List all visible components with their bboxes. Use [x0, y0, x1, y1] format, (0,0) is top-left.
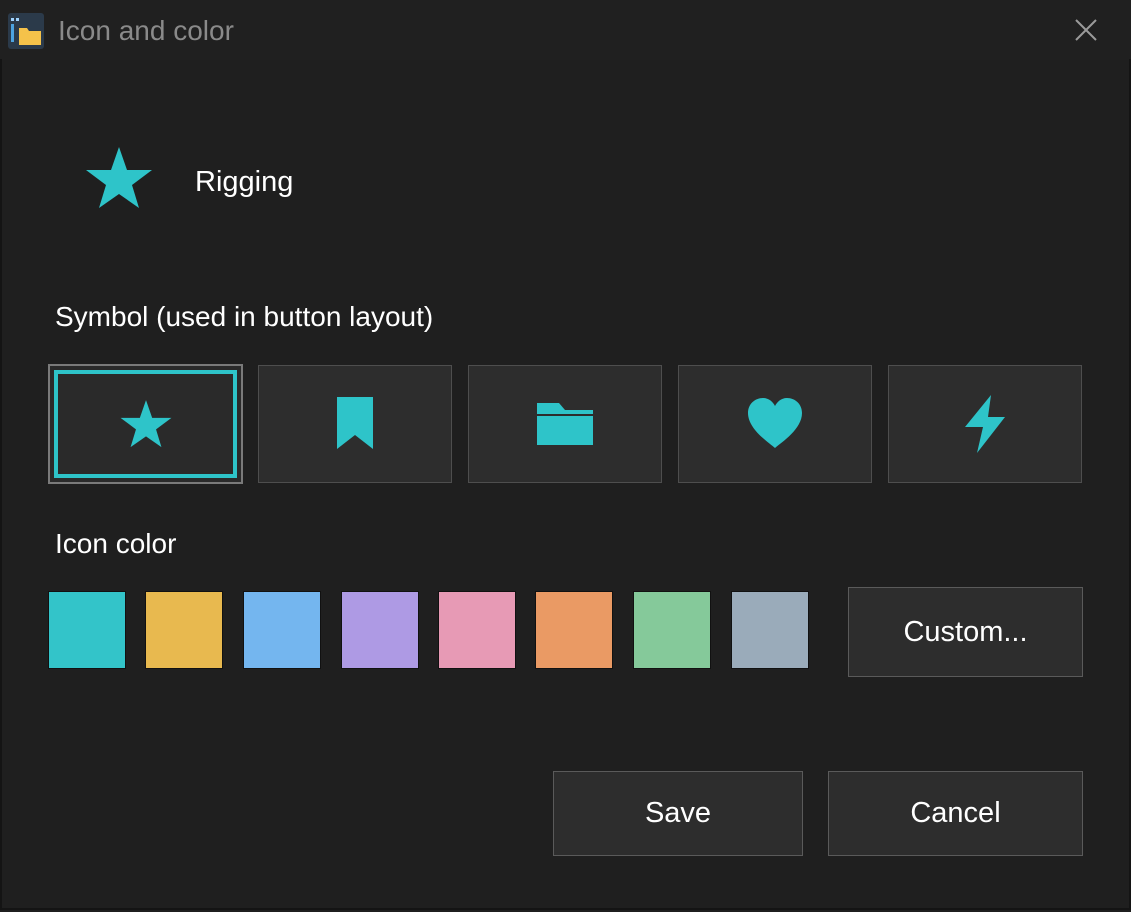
save-button[interactable]: Save [553, 771, 803, 856]
heart-icon [748, 398, 802, 448]
icon-and-color-dialog: Icon and color Rigging Symbol (used in b… [0, 0, 1131, 912]
folder-icon [537, 403, 593, 445]
symbol-option-heart[interactable] [678, 365, 872, 483]
app-folder-icon [8, 13, 44, 49]
color-swatch-pink[interactable] [438, 591, 516, 669]
title-bar: Icon and color [0, 0, 1131, 60]
preview-name: Rigging [195, 166, 294, 198]
symbol-option-bookmark[interactable] [258, 365, 452, 483]
color-swatch-blue[interactable] [243, 591, 321, 669]
bookmark-icon [337, 397, 373, 449]
color-swatch-orange[interactable] [535, 591, 613, 669]
close-icon [1075, 19, 1097, 41]
icon-color-label: Icon color [55, 528, 177, 559]
symbol-option-star[interactable] [48, 364, 243, 484]
selection-ring [54, 370, 237, 478]
symbol-option-lightning[interactable] [888, 365, 1082, 483]
color-swatch-yellow[interactable] [145, 591, 223, 669]
symbol-option-folder[interactable] [468, 365, 662, 483]
lightning-icon [965, 395, 1005, 453]
color-swatch-green[interactable] [633, 591, 711, 669]
cancel-button[interactable]: Cancel [828, 771, 1083, 856]
color-swatch-teal[interactable] [48, 591, 126, 669]
close-button[interactable] [1060, 6, 1112, 54]
symbol-section-label: Symbol (used in button layout) [55, 301, 434, 332]
custom-color-button[interactable]: Custom... [848, 587, 1083, 677]
color-swatch-gray[interactable] [731, 591, 809, 669]
preview-star-icon [86, 147, 152, 208]
color-swatch-purple[interactable] [341, 591, 419, 669]
window-title: Icon and color [58, 15, 234, 46]
